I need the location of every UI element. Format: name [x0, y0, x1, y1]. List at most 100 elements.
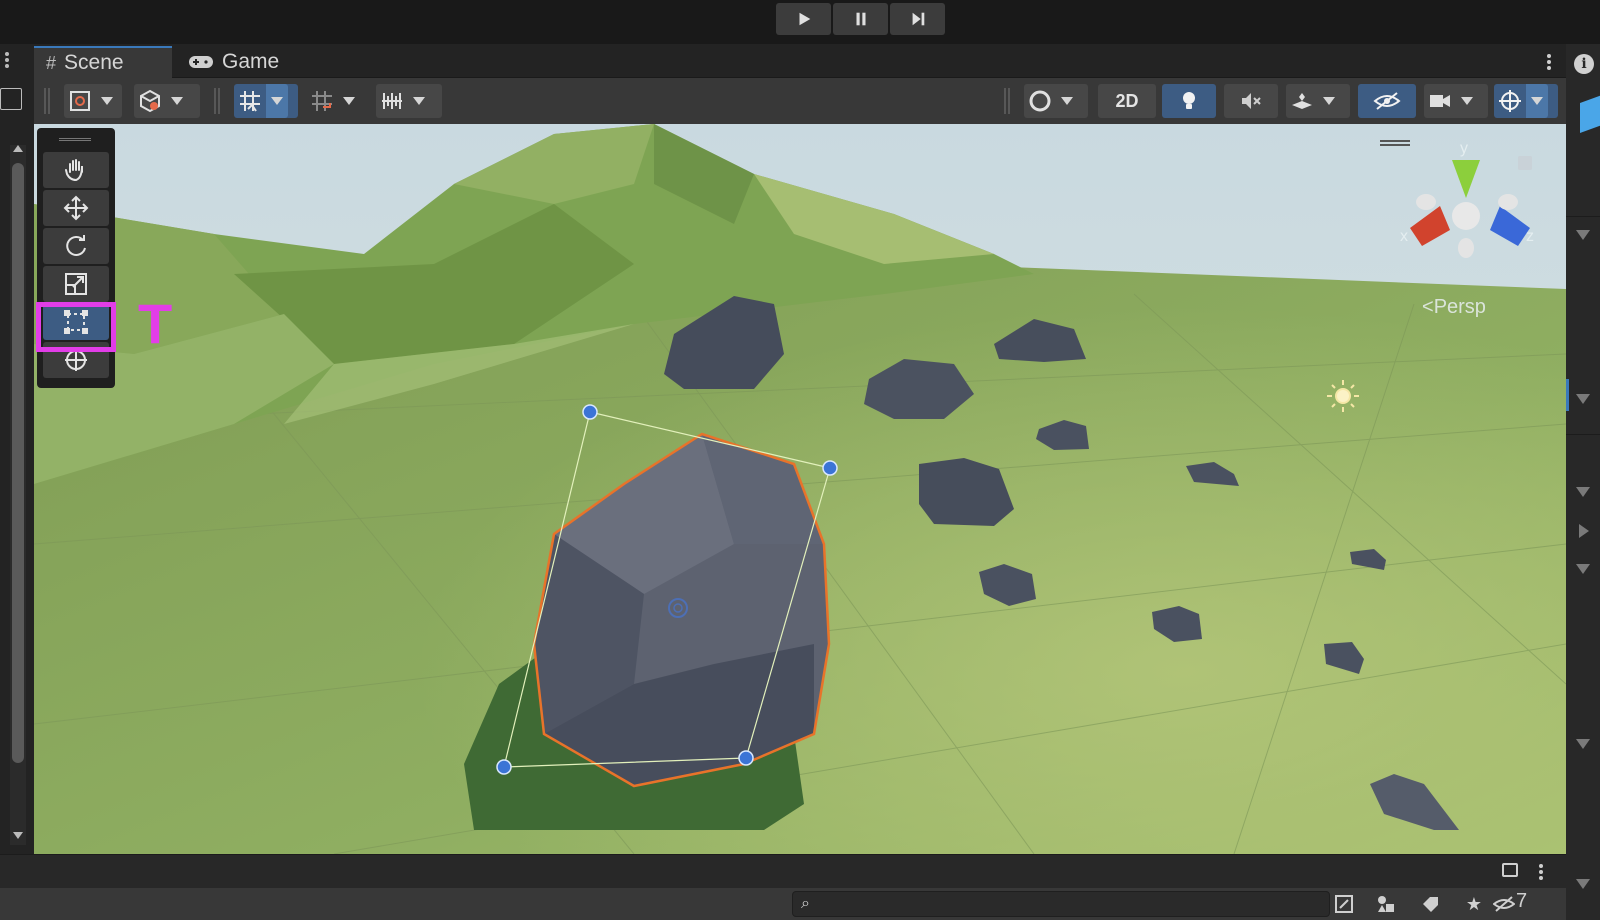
scroll-down-icon[interactable]: [13, 832, 23, 839]
chevron-down-icon: [338, 97, 360, 105]
grid-snap-icon: [234, 89, 266, 113]
foldout-arrow-icon[interactable]: [1576, 564, 1590, 574]
hidden-packages-eye-icon[interactable]: [1492, 892, 1516, 916]
camera-icon: [1424, 89, 1456, 113]
draw-mode-dropdown[interactable]: [64, 84, 122, 118]
maximize-icon[interactable]: [0, 88, 22, 110]
chevron-down-icon: [1318, 97, 1340, 105]
grid-snap-dropdown[interactable]: [234, 84, 298, 118]
bottom-panel-toolbar: ⌕ ★ 7: [0, 888, 1566, 920]
info-icon[interactable]: i: [1574, 54, 1594, 74]
bottom-panel-header: [0, 854, 1566, 888]
scale-tool-button[interactable]: [43, 266, 109, 302]
tab-menu-icon[interactable]: [1546, 52, 1552, 72]
scene-render: [34, 124, 1566, 854]
toolbar-grip: [214, 88, 220, 114]
tab-bar: # Scene Game: [34, 44, 1566, 78]
move-arrows-icon: [63, 195, 89, 221]
foldout-arrow-icon[interactable]: [1576, 879, 1590, 889]
toolbar-grip: [44, 88, 50, 114]
ruler-dropdown[interactable]: [376, 84, 442, 118]
cube-icon: [134, 89, 166, 113]
gamepad-icon: [189, 56, 213, 68]
projection-label: Persp: [1433, 296, 1486, 318]
lightbulb-icon: [1183, 92, 1195, 109]
hidden-count: 7: [1516, 890, 1528, 912]
chevron-down-icon: [266, 84, 288, 118]
effects-dropdown[interactable]: [1286, 84, 1350, 118]
divider: [1566, 216, 1600, 217]
gizmo-y-label: y: [1460, 140, 1468, 157]
scene-visibility-toggle[interactable]: [1358, 84, 1416, 118]
window-dock-icon[interactable]: [1330, 892, 1358, 916]
chevron-down-icon: [166, 97, 188, 105]
scene-viewport[interactable]: [34, 124, 1566, 854]
chevron-down-icon: [1456, 97, 1478, 105]
hand-icon: [65, 159, 83, 182]
ruler-icon: [376, 89, 408, 113]
foldout-collapsed-icon[interactable]: [1579, 524, 1589, 538]
gizmo-x-label: x: [1400, 228, 1408, 245]
gizmo-z-label: z: [1526, 228, 1534, 245]
tab-scene-label: Scene: [64, 51, 124, 74]
foldout-arrow-icon[interactable]: [1576, 230, 1590, 240]
camera-dropdown[interactable]: [1424, 84, 1488, 118]
lighting-toggle[interactable]: [1162, 84, 1216, 118]
render-mode-dropdown[interactable]: [1024, 84, 1088, 118]
scroll-up-icon[interactable]: [13, 145, 23, 152]
selected-tool-highlight: [36, 302, 116, 352]
toolbar-grip: [1004, 88, 1010, 114]
tab-game[interactable]: Game: [176, 46, 291, 78]
rotate-icon: [66, 235, 86, 256]
play-button[interactable]: [776, 3, 831, 35]
audio-toggle[interactable]: [1224, 84, 1278, 118]
audio-mute-icon: [1242, 93, 1261, 109]
scene-toolbar: 2D: [34, 78, 1566, 124]
gizmos-icon: [1494, 89, 1526, 113]
selection-marker: [1566, 379, 1569, 411]
right-panel-strip: i: [1566, 44, 1600, 920]
chevron-down-icon: [408, 97, 430, 105]
panel-menu-icon[interactable]: [1538, 862, 1544, 882]
step-icon: [912, 12, 924, 26]
rotate-tool-button[interactable]: [43, 228, 109, 264]
orientation-gizmo[interactable]: y x z: [1400, 140, 1540, 280]
tab-game-label: Game: [222, 50, 280, 73]
cube-object-icon: [1580, 94, 1600, 134]
pause-button[interactable]: [833, 3, 888, 35]
lock-icon[interactable]: [1502, 863, 1518, 877]
draw-mode-icon: [64, 90, 96, 112]
chevron-down-icon: [1056, 97, 1078, 105]
filter-by-label-icon[interactable]: [1416, 892, 1444, 916]
hotkey-annotation: T: [138, 292, 173, 355]
tab-scene[interactable]: # Scene: [34, 46, 172, 78]
foldout-arrow-icon[interactable]: [1576, 487, 1590, 497]
gizmo-axes: [1410, 160, 1530, 258]
left-scrollbar[interactable]: [10, 145, 26, 845]
projection-toggle[interactable]: <Persp: [1422, 296, 1486, 319]
scroll-thumb[interactable]: [12, 163, 24, 763]
effects-layers-icon: [1286, 89, 1318, 113]
scale-icon: [65, 273, 87, 295]
shading-dropdown[interactable]: [134, 84, 200, 118]
play-toolbar: [0, 0, 1600, 44]
grid-hash-icon: #: [46, 52, 57, 73]
sphere-icon: [1024, 89, 1056, 113]
foldout-arrow-icon[interactable]: [1576, 739, 1590, 749]
move-tool-button[interactable]: [43, 190, 109, 226]
foldout-arrow-icon[interactable]: [1576, 394, 1590, 404]
filter-by-type-icon[interactable]: [1372, 892, 1400, 916]
search-field[interactable]: ⌕: [792, 891, 1330, 917]
play-icon: [799, 12, 810, 26]
chevron-down-icon: [1526, 84, 1548, 118]
toggle-2d-button[interactable]: 2D: [1098, 84, 1156, 118]
increment-snap-dropdown[interactable]: [306, 84, 364, 118]
hand-tool-button[interactable]: [43, 152, 109, 188]
step-button[interactable]: [890, 3, 945, 35]
favorites-star-icon[interactable]: ★: [1460, 892, 1488, 916]
panel-menu-icon[interactable]: [2, 50, 12, 70]
gizmos-dropdown[interactable]: [1494, 84, 1558, 118]
overlay-drag-handle[interactable]: [59, 138, 91, 141]
pause-icon: [856, 12, 865, 26]
playmode-controls: [776, 3, 945, 35]
